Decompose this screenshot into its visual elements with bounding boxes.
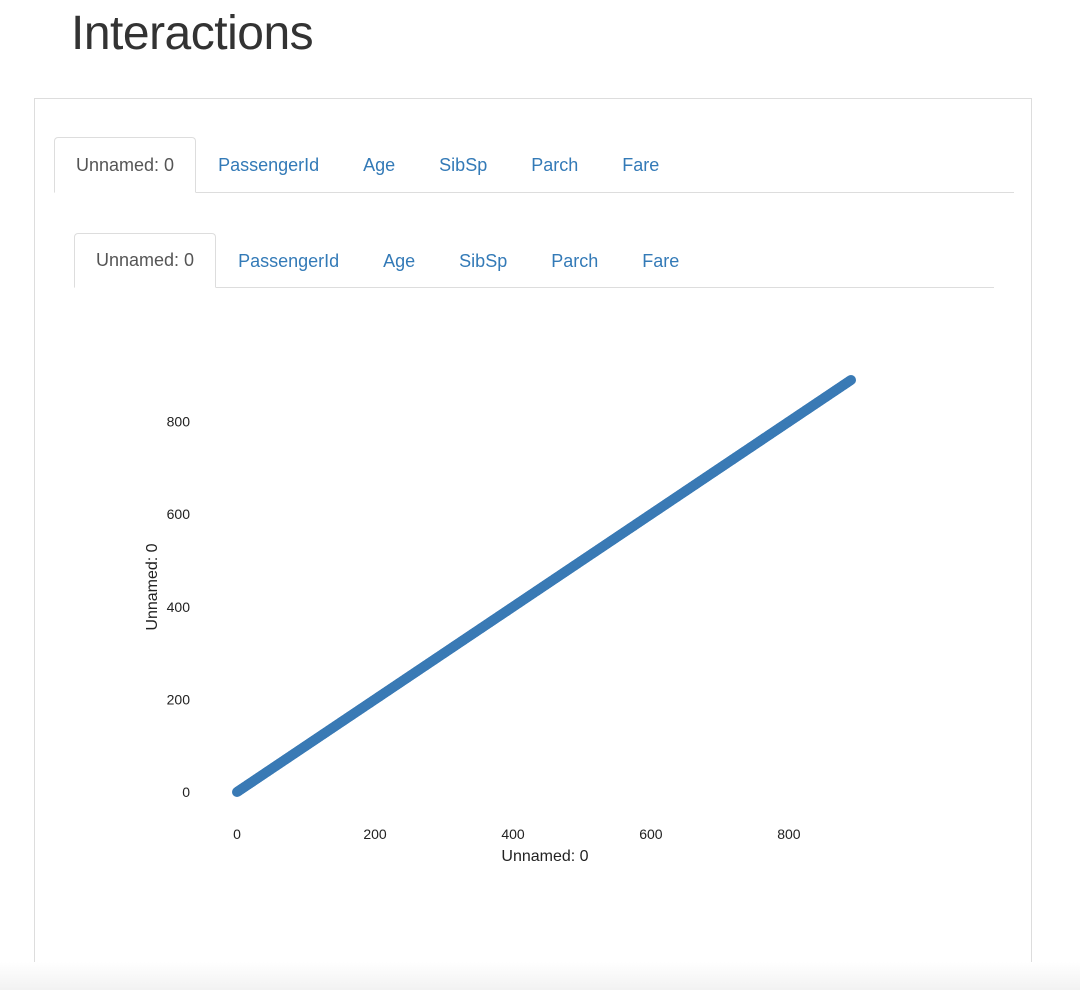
inner-tab-bar: Unnamed: 0 PassengerId Age SibSp Parch F… <box>74 232 994 288</box>
y-axis-label: Unnamed: 0 <box>144 543 161 630</box>
outer-tab-bar: Unnamed: 0 PassengerId Age SibSp Parch F… <box>54 136 1014 193</box>
inner-tab-sibsp[interactable]: SibSp <box>437 233 529 288</box>
y-tick-label: 200 <box>167 691 191 707</box>
scatter-plot-svg: 0 200 400 600 800 0 200 400 600 800 Unnamed: 0 U… <box>144 375 856 865</box>
y-tick-label: 400 <box>167 599 191 615</box>
x-tick-label: 800 <box>777 826 801 842</box>
page: Interactions Unnamed: 0 PassengerId Age … <box>0 0 1080 990</box>
bottom-edge <box>0 962 1080 990</box>
x-tick-label: 600 <box>639 826 663 842</box>
outer-tab-age[interactable]: Age <box>341 137 417 193</box>
y-tick-labels: 0 200 400 600 800 <box>167 414 191 800</box>
outer-tab-fare[interactable]: Fare <box>600 137 681 193</box>
scatter-chart: 0 200 400 600 800 0 200 400 600 800 Unnamed: 0 U… <box>130 340 890 880</box>
x-tick-label: 0 <box>233 826 241 842</box>
x-tick-labels: 0 200 400 600 800 <box>233 826 801 842</box>
y-tick-label: 800 <box>167 414 191 430</box>
y-tick-label: 600 <box>167 506 191 522</box>
x-tick-label: 200 <box>363 826 387 842</box>
page-title: Interactions <box>71 7 314 60</box>
inner-tab-fare[interactable]: Fare <box>620 233 701 288</box>
inner-tab-parch[interactable]: Parch <box>529 233 620 288</box>
outer-tab-passengerid[interactable]: PassengerId <box>196 137 341 193</box>
inner-tab-unnamed-0[interactable]: Unnamed: 0 <box>74 233 217 288</box>
outer-tab-parch[interactable]: Parch <box>509 137 600 193</box>
x-tick-label: 400 <box>501 826 525 842</box>
data-points <box>232 375 856 797</box>
outer-tab-unnamed-0[interactable]: Unnamed: 0 <box>54 137 197 193</box>
outer-tab-sibsp[interactable]: SibSp <box>417 137 509 193</box>
x-axis-label: Unnamed: 0 <box>501 848 588 865</box>
data-point <box>846 375 856 385</box>
inner-tab-passengerid[interactable]: PassengerId <box>216 233 361 288</box>
inner-tab-age[interactable]: Age <box>361 233 437 288</box>
y-tick-label: 0 <box>182 784 190 800</box>
